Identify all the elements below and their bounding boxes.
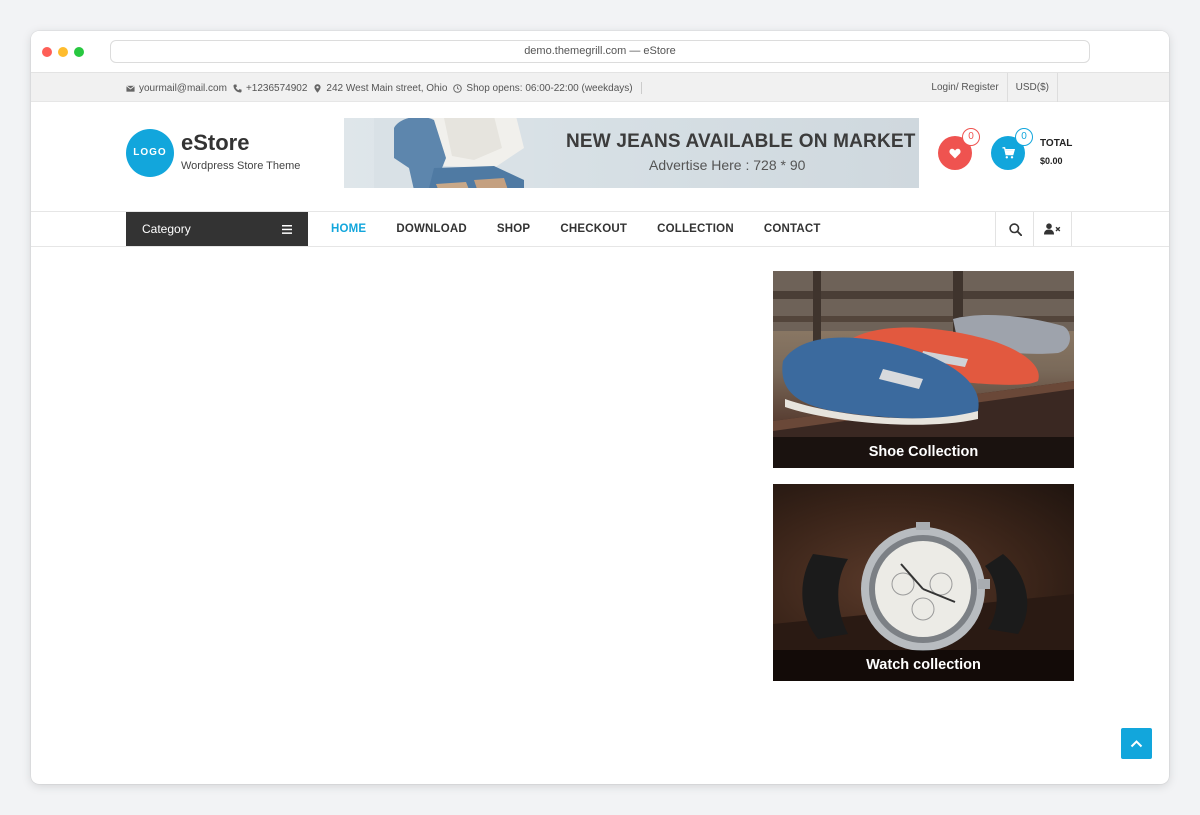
site-logo[interactable]: LOGO [126,129,174,177]
heart-icon [949,148,961,158]
login-register-link[interactable]: Login/ Register [923,73,1006,102]
search-icon [1008,222,1022,236]
cart-total-value: $0.00 [1040,156,1063,166]
account-button[interactable] [1033,212,1072,246]
hours-info: Shop opens: 06:00-22:00 (weekdays) [453,82,633,94]
nav-item-shop[interactable]: SHOP [482,223,545,235]
banner-model-image [374,118,534,188]
address-info: 242 West Main street, Ohio [313,83,447,94]
main-navigation: Category HOME DOWNLOAD SHOP CHECKOUT COL… [31,212,1169,247]
site-title[interactable]: eStore [181,130,249,156]
nav-item-download[interactable]: DOWNLOAD [381,223,482,235]
contact-info: yourmail@mail.com +1236574902 242 West M… [126,73,642,103]
browser-window: demo.themegrill.com — eStore yourmail@ma… [31,31,1169,784]
email-info: yourmail@mail.com [126,83,227,94]
phone-text: +1236574902 [245,82,308,94]
top-info-bar: yourmail@mail.com +1236574902 242 West M… [31,72,1169,102]
phone-info: +1236574902 [233,83,307,94]
browser-titlebar: demo.themegrill.com — eStore [31,31,1169,72]
chevron-up-icon [1130,740,1143,748]
topbar-right: Login/ Register USD($) [923,73,1058,102]
close-window-button[interactable] [42,47,52,57]
wishlist-button[interactable]: 0 [938,128,980,170]
watch-collection-card[interactable]: Watch collection [773,484,1074,681]
shopping-cart-icon [1002,147,1015,159]
map-marker-icon [314,83,321,93]
search-button[interactable] [995,212,1034,246]
cart-total-label: TOTAL [1040,138,1073,149]
maximize-window-button[interactable] [74,47,84,57]
category-menu-button[interactable]: Category [126,212,308,246]
cart-count-badge: 0 [1015,128,1033,146]
cart-button[interactable]: 0 [991,128,1033,170]
address-text: 242 West Main street, Ohio [326,82,448,94]
category-label: Category [142,222,191,236]
scroll-to-top-button[interactable] [1121,728,1152,759]
shoe-collection-card[interactable]: Shoe Collection [773,271,1074,468]
nav-item-checkout[interactable]: CHECKOUT [545,223,642,235]
nav-item-collection[interactable]: COLLECTION [642,223,749,235]
banner-subtext: Advertise Here : 728 * 90 [649,157,806,173]
user-times-icon [1044,223,1061,235]
site-header: LOGO eStore Wordpress Store Theme NEW JE… [31,102,1169,212]
email-text[interactable]: yourmail@mail.com [139,83,227,94]
nav-item-contact[interactable]: CONTACT [749,223,836,235]
advertise-banner[interactable]: NEW JEANS AVAILABLE ON MARKET Advertise … [344,118,919,188]
minimize-window-button[interactable] [58,47,68,57]
topbar-divider [640,82,642,94]
nav-item-home[interactable]: HOME [316,223,381,235]
watch-collection-caption: Watch collection [773,650,1074,681]
phone-icon [233,83,242,93]
address-bar[interactable]: demo.themegrill.com — eStore [110,40,1090,63]
shoe-collection-caption: Shoe Collection [773,437,1074,468]
currency-selector[interactable]: USD($) [1006,73,1058,102]
site-tagline: Wordpress Store Theme [181,160,301,172]
primary-menu: HOME DOWNLOAD SHOP CHECKOUT COLLECTION C… [316,212,836,246]
envelope-icon [126,84,135,92]
wishlist-count-badge: 0 [962,128,980,146]
hamburger-icon [282,224,292,234]
hours-text: Shop opens: 06:00-22:00 (weekdays) [466,82,633,94]
clock-icon [453,83,463,93]
banner-headline: NEW JEANS AVAILABLE ON MARKET [566,131,916,152]
